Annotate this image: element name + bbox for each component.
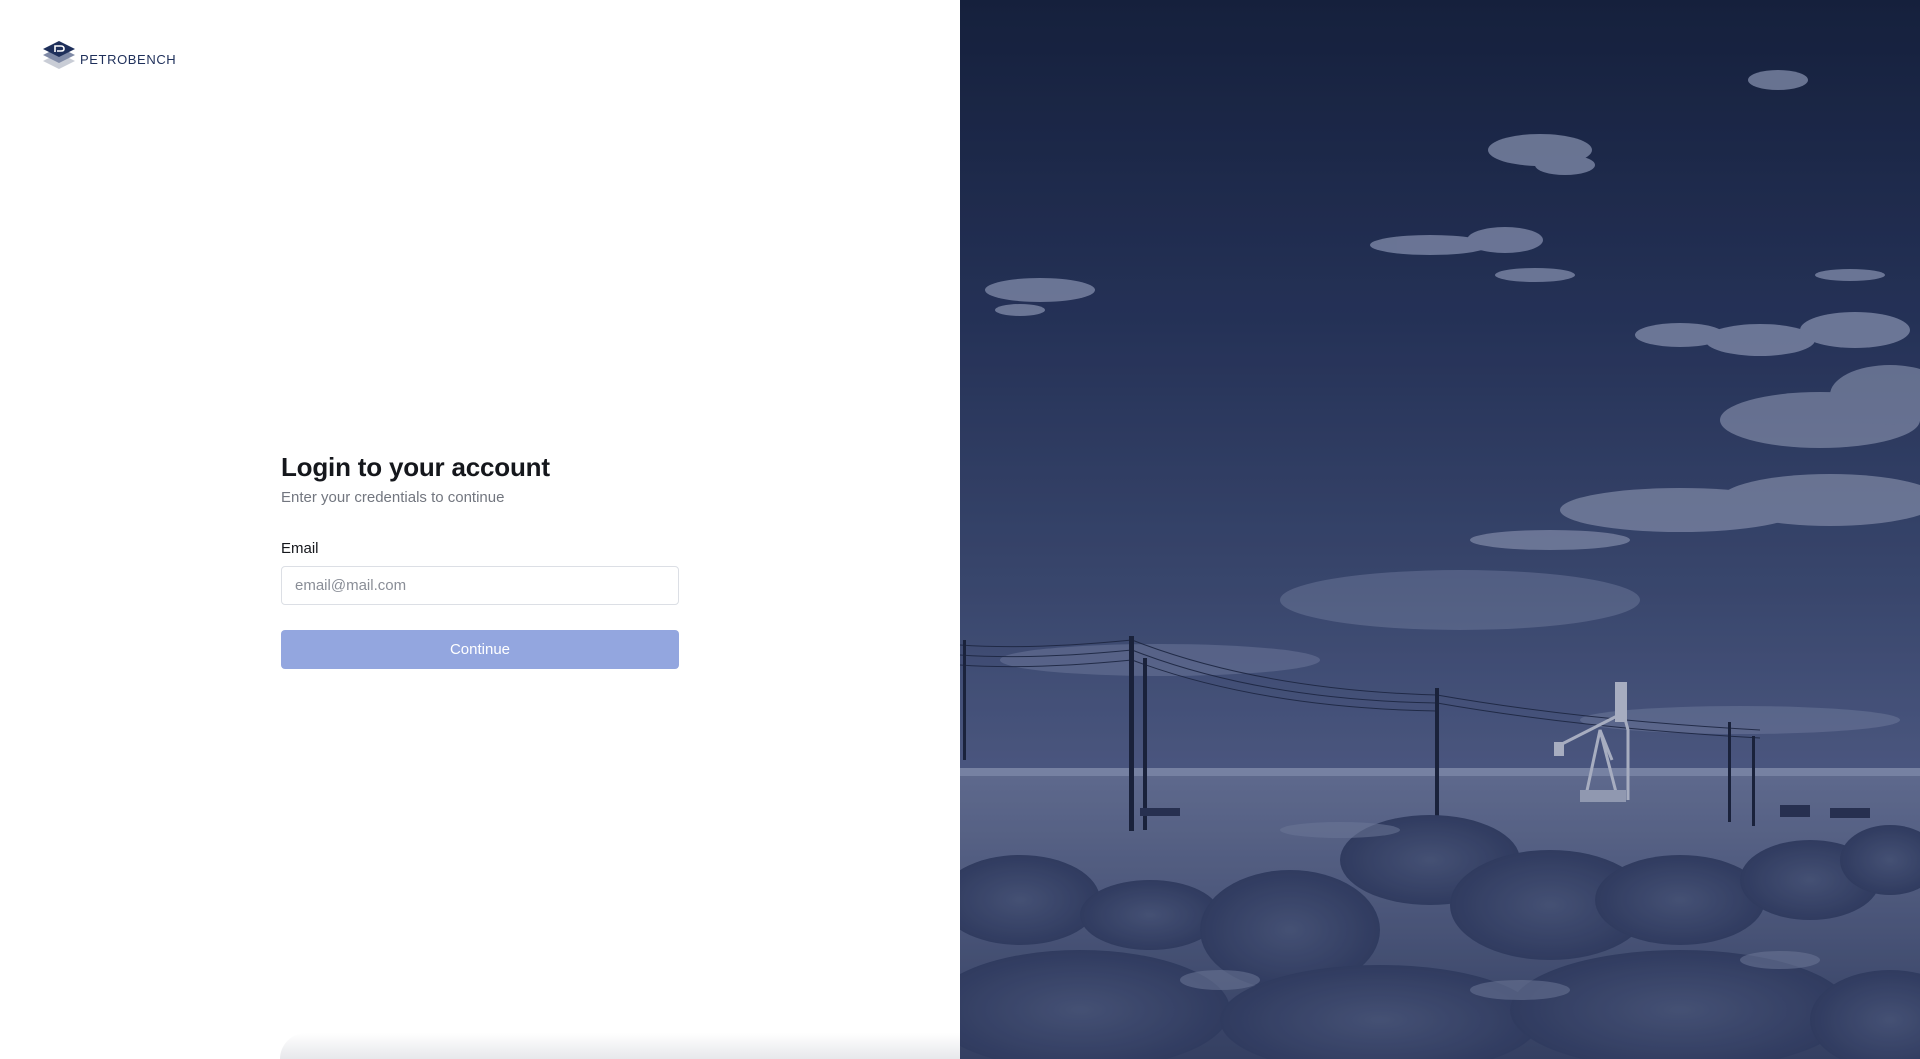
brand-logo: PETROBENCH (42, 41, 176, 77)
petrobench-logo-icon (43, 41, 75, 69)
email-label: Email (281, 540, 319, 557)
login-panel: PETROBENCH Login to your account Enter y… (0, 0, 960, 1059)
oilfield-landscape-image (960, 0, 1920, 1059)
continue-button[interactable]: Continue (281, 630, 679, 669)
hero-panel (960, 0, 1920, 1059)
bottom-edge-shadow (280, 1033, 960, 1059)
brand-name: PETROBENCH (80, 51, 177, 67)
page-subtitle: Enter your credentials to continue (281, 489, 505, 506)
login-form: Login to your account Enter your credent… (281, 450, 679, 669)
login-page: PETROBENCH Login to your account Enter y… (0, 0, 1920, 1059)
page-title: Login to your account (281, 452, 550, 482)
email-field[interactable] (281, 566, 679, 605)
